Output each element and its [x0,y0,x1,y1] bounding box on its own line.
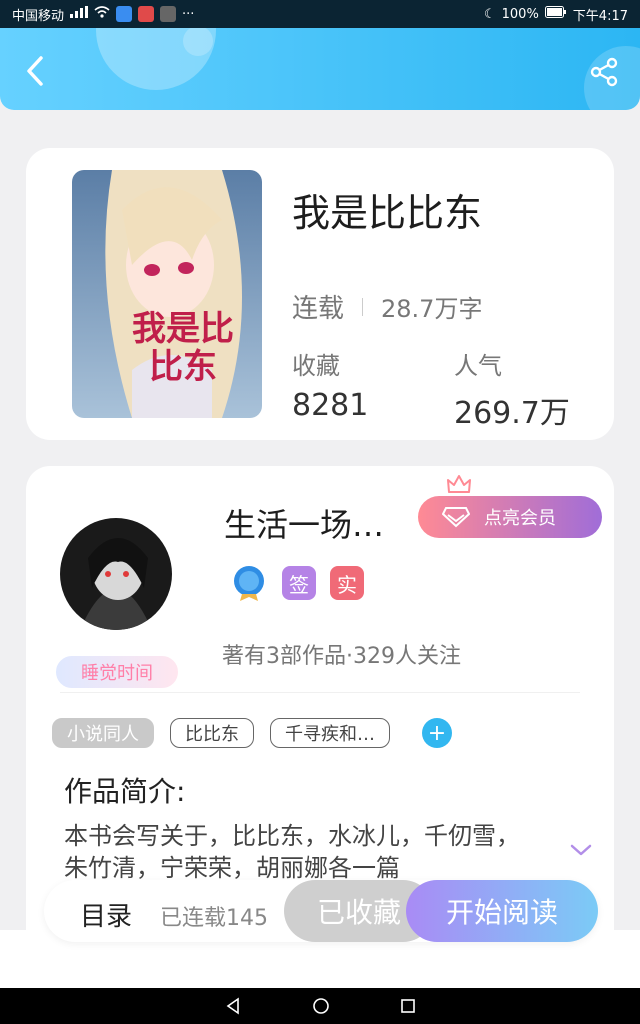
bottom-action-bar: 目录 已连载145 已收藏 开始阅读 [44,880,598,942]
author-badges: 签 实 [230,564,364,602]
author-name[interactable]: 生活一场… [224,500,384,546]
intro-text: 本书会写关于，比比东，水冰儿，千仞雪，朱竹清，宁荣荣，胡丽娜各一篇 [64,822,520,882]
book-info-card: 我是比比东 我是比比东 连载 28.7万字 收藏 8281 人气 269.7万 [26,148,614,440]
popularity-label: 人气 [454,352,502,380]
app-notification-icon [138,6,155,22]
toc-button[interactable]: 目录 [80,896,132,933]
cover-title: 我是比比东 [132,309,234,387]
app-notification-icon [116,6,133,22]
start-reading-button[interactable]: 开始阅读 [406,880,598,942]
battery-percent: 100% [501,6,539,22]
diamond-icon [442,507,470,528]
serial-status: 连载 [292,294,345,324]
author-works-summary: 著有3部作品·329人关注 [222,644,461,669]
chapter-count: 已连载145 [160,906,268,931]
battery-icon [544,6,567,22]
chevron-left-icon [27,56,43,86]
word-count: 28.7万字 [381,295,483,323]
chevron-down-icon [570,844,592,856]
carrier-text: 中国移动 [12,8,65,24]
tag-chip[interactable]: 小说同人 [52,718,154,748]
intro-heading: 作品简介: [64,775,186,808]
vip-button[interactable]: 点亮会员 [418,496,602,538]
author-avatar[interactable] [60,518,172,630]
popularity-value: 269.7万 [454,396,570,431]
signal-icon [70,6,89,22]
signed-badge: 签 [282,566,316,600]
avatar-notification-icon [160,6,177,22]
status-bar: 中国移动 ··· ☾ 100% 下午4:17 [0,0,640,28]
vip-button-label: 点亮会员 [484,508,556,529]
share-icon [590,57,618,87]
header-bar [0,28,640,110]
back-nav-icon[interactable] [224,997,242,1015]
share-button[interactable] [588,56,620,88]
verified-badge: 实 [330,566,364,600]
clock: 下午4:17 [572,8,628,24]
add-tag-button[interactable]: + [422,718,452,748]
book-meta-row: 连载 28.7万字 [292,288,482,325]
tag-chip[interactable]: 比比东 [170,718,254,748]
book-cover[interactable]: 我是比比东 [72,170,262,418]
tag-list: 小说同人 比比东 千寻疾和… + [52,718,452,748]
home-nav-icon[interactable] [312,997,330,1015]
favorites-label: 收藏 [292,352,340,380]
divider [60,692,580,693]
recents-nav-icon[interactable] [400,998,416,1014]
back-button[interactable] [18,54,52,88]
system-nav-bar [0,988,640,1024]
more-notifications-icon: ··· [182,6,195,22]
book-title: 我是比比东 [292,191,483,235]
divider [362,297,364,316]
medal-icon [234,566,264,601]
expand-intro-button[interactable] [570,842,592,861]
favorites-value: 8281 [292,388,369,423]
moon-icon: ☾ [483,6,496,22]
tag-chip[interactable]: 千寻疾和… [270,718,390,748]
avatar-frame-tag: 睡觉时间 [54,654,180,690]
wifi-icon [94,6,110,22]
